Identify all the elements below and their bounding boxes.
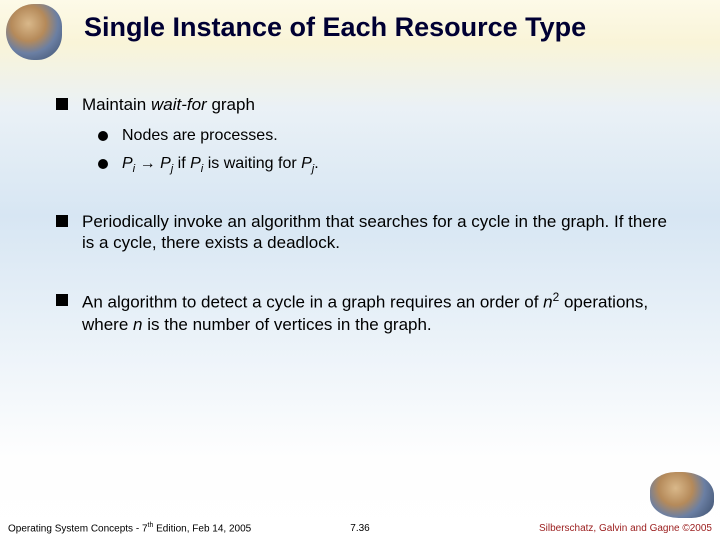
var-n: n [133, 315, 142, 334]
bullet-1: Maintain wait-for graph [56, 94, 678, 116]
slide-body: Maintain wait-for graph Nodes are proces… [56, 94, 678, 345]
bullet-2: Periodically invoke an algorithm that se… [56, 211, 678, 255]
copyright-icon: © [682, 523, 689, 534]
bullet-1-text: Maintain wait-for graph [82, 94, 255, 116]
text-fragment: 2005 [690, 523, 712, 534]
bullet-1b: Pi → Pj if Pi is waiting for Pj. [98, 154, 678, 177]
bullet-3: An algorithm to detect a cycle in a grap… [56, 290, 678, 335]
arrow-icon: → [135, 155, 160, 172]
text-fragment: Operating System Concepts - 7 [8, 523, 148, 534]
slide: Single Instance of Each Resource Type Ma… [0, 0, 720, 540]
var-p: P [160, 155, 171, 172]
var-p: P [190, 155, 201, 172]
footer: Operating System Concepts - 7th Edition,… [8, 522, 712, 534]
square-bullet-icon [56, 294, 68, 306]
text-fragment: if [173, 155, 190, 172]
slide-title: Single Instance of Each Resource Type [84, 12, 700, 43]
var-n: n [543, 293, 552, 312]
footer-right: Silberschatz, Galvin and Gagne ©2005 [539, 523, 712, 534]
dinosaur-logo-top [6, 4, 62, 60]
circle-bullet-icon [98, 131, 108, 141]
text-fragment: . [314, 155, 318, 172]
text-emphasis: wait-for [151, 95, 207, 114]
bullet-2-text: Periodically invoke an algorithm that se… [82, 211, 678, 255]
footer-page-number: 7.36 [350, 523, 369, 534]
bullet-1b-text: Pi → Pj if Pi is waiting for Pj. [122, 154, 319, 177]
var-p: P [122, 155, 133, 172]
text-fragment: Silberschatz, Galvin and Gagne [539, 523, 682, 534]
footer-left: Operating System Concepts - 7th Edition,… [8, 522, 251, 534]
text-fragment: is the number of vertices in the graph. [143, 315, 432, 334]
text-fragment: Maintain [82, 95, 151, 114]
text-fragment: An algorithm to detect a cycle in a grap… [82, 293, 543, 312]
bullet-1a: Nodes are processes. [98, 126, 678, 146]
text-fragment: graph [207, 95, 255, 114]
bullet-3-text: An algorithm to detect a cycle in a grap… [82, 290, 678, 335]
square-bullet-icon [56, 98, 68, 110]
circle-bullet-icon [98, 159, 108, 169]
square-bullet-icon [56, 215, 68, 227]
var-p: P [301, 155, 312, 172]
text-fragment: is waiting for [203, 155, 301, 172]
text-fragment: Edition, Feb 14, 2005 [153, 523, 251, 534]
dinosaur-logo-bottom [650, 472, 714, 518]
bullet-1a-text: Nodes are processes. [122, 126, 278, 146]
